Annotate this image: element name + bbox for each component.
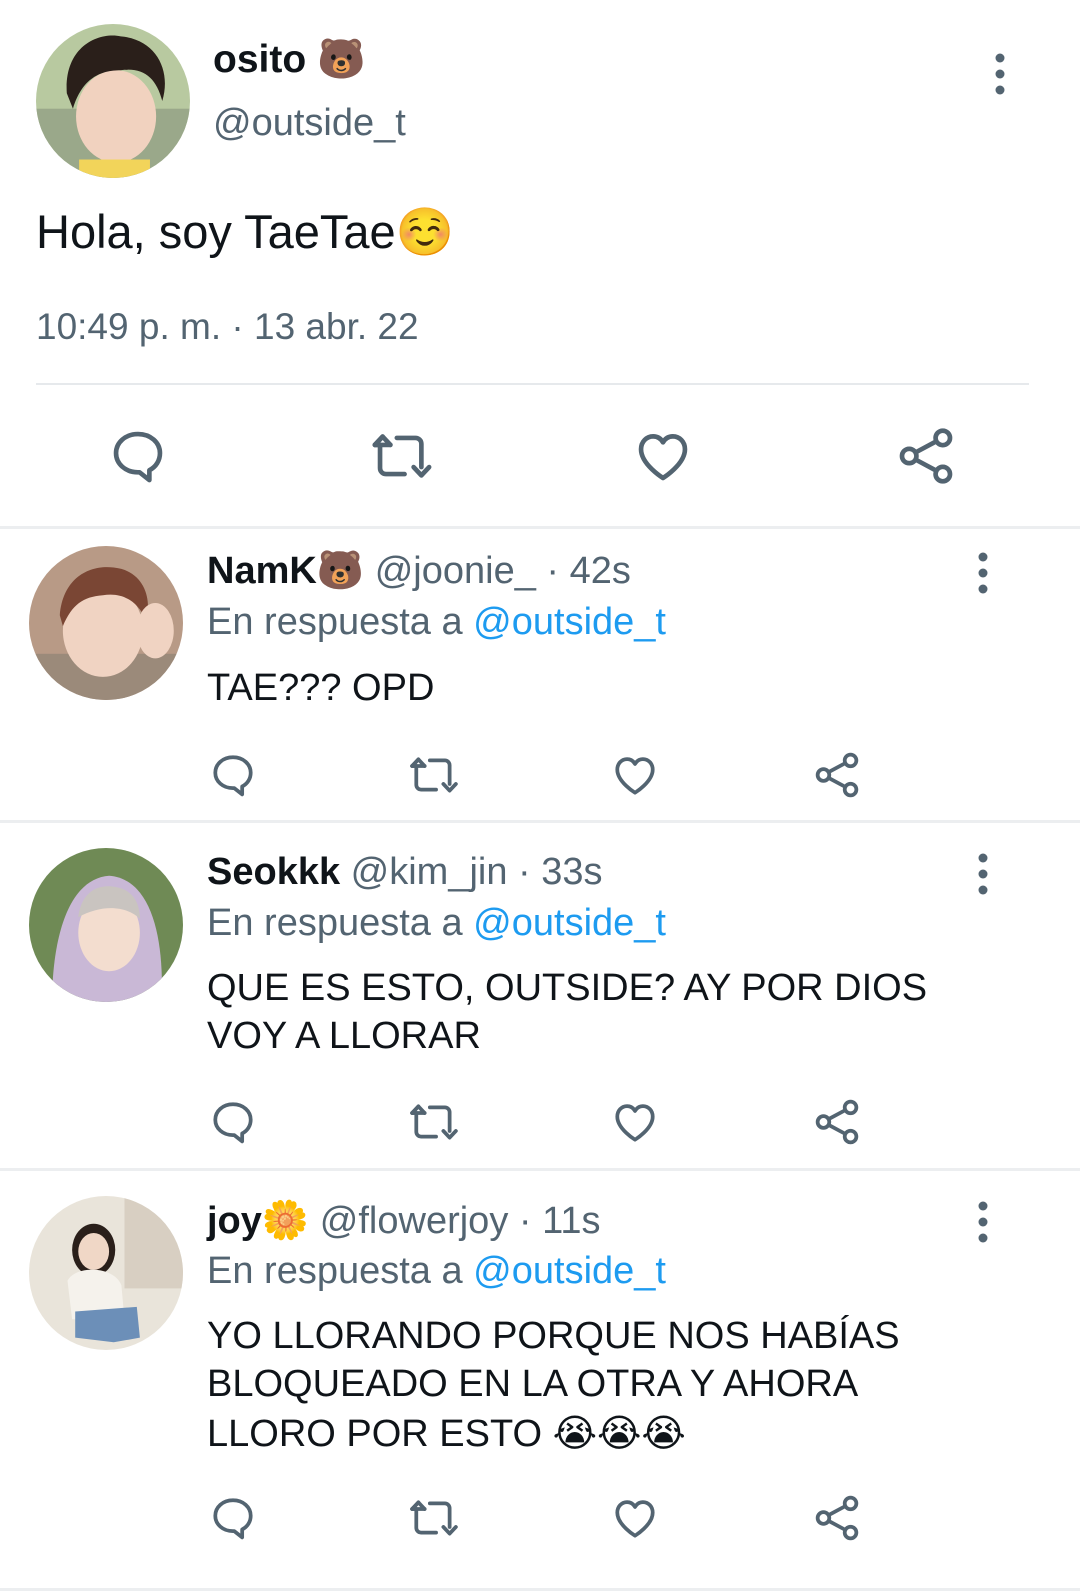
reply-text-line: QUE ES ESTO, OUTSIDE? AY POR DIOS: [207, 967, 928, 1009]
user-handle[interactable]: @kim_jin: [351, 851, 508, 893]
tweet-timestamp[interactable]: 10:49 p. m. · 13 abr. 22: [36, 306, 419, 348]
share-icon[interactable]: [895, 425, 957, 487]
retweet-icon[interactable]: [406, 750, 462, 800]
divider: [0, 526, 1080, 529]
reply-icon[interactable]: [208, 750, 258, 800]
reply-time[interactable]: · 33s: [518, 851, 602, 893]
name-emoji: 🐻: [316, 550, 365, 592]
reply-text: TAE??? OPD: [207, 667, 435, 709]
display-name[interactable]: NamK: [207, 550, 317, 592]
mention-link[interactable]: @outside_t: [473, 902, 666, 944]
name-emoji: 🌼: [261, 1200, 310, 1242]
display-name[interactable]: Seokkk: [207, 851, 340, 893]
user-handle[interactable]: @outside_t: [213, 102, 406, 145]
divider: [0, 1588, 1080, 1591]
display-name[interactable]: osito: [213, 38, 306, 81]
reply-text-line: LLORO POR ESTO: [207, 1413, 543, 1455]
avatar[interactable]: [29, 546, 183, 700]
reply-icon[interactable]: [208, 1097, 258, 1147]
like-icon[interactable]: [632, 425, 694, 487]
reply-context-label: En respuesta a: [207, 902, 463, 944]
reply-time[interactable]: · 11s: [519, 1200, 601, 1242]
display-name[interactable]: joy: [207, 1200, 262, 1242]
more-options-icon[interactable]: [990, 52, 1010, 96]
user-handle[interactable]: @flowerjoy: [320, 1200, 509, 1242]
reply-text-line: VOY A LLORAR: [207, 1015, 481, 1057]
crying-emoji: 😭😭😭: [552, 1413, 686, 1455]
mention-link[interactable]: @outside_t: [473, 601, 666, 643]
retweet-icon[interactable]: [406, 1097, 462, 1147]
reply-icon[interactable]: [107, 425, 169, 487]
retweet-icon[interactable]: [368, 425, 436, 487]
like-icon[interactable]: [610, 750, 660, 800]
name-emoji: 🐻: [317, 38, 366, 81]
avatar[interactable]: [36, 24, 190, 178]
reply-time[interactable]: · 42s: [546, 550, 630, 592]
avatar[interactable]: [29, 1196, 183, 1350]
user-handle[interactable]: @joonie_: [375, 550, 536, 592]
divider: [0, 1168, 1080, 1171]
mention-link[interactable]: @outside_t: [473, 1250, 666, 1292]
avatar[interactable]: [29, 848, 183, 1002]
retweet-icon[interactable]: [406, 1493, 462, 1543]
tweet-text: Hola, soy TaeTae: [36, 205, 396, 258]
more-options-icon[interactable]: [973, 551, 993, 595]
more-options-icon[interactable]: [973, 852, 993, 896]
more-options-icon[interactable]: [973, 1200, 993, 1244]
reply-icon[interactable]: [208, 1493, 258, 1543]
smiling-emoji: ☺️: [395, 205, 455, 258]
share-icon[interactable]: [812, 1493, 862, 1543]
share-icon[interactable]: [812, 1097, 862, 1147]
reply-text-line: BLOQUEADO EN LA OTRA Y AHORA: [207, 1363, 859, 1405]
reply-context-label: En respuesta a: [207, 601, 463, 643]
divider: [0, 820, 1080, 823]
reply-text-line: YO LLORANDO PORQUE NOS HABÍAS: [207, 1315, 900, 1357]
like-icon[interactable]: [610, 1097, 660, 1147]
divider: [36, 383, 1029, 385]
reply-context-label: En respuesta a: [207, 1250, 463, 1292]
share-icon[interactable]: [812, 750, 862, 800]
like-icon[interactable]: [610, 1493, 660, 1543]
